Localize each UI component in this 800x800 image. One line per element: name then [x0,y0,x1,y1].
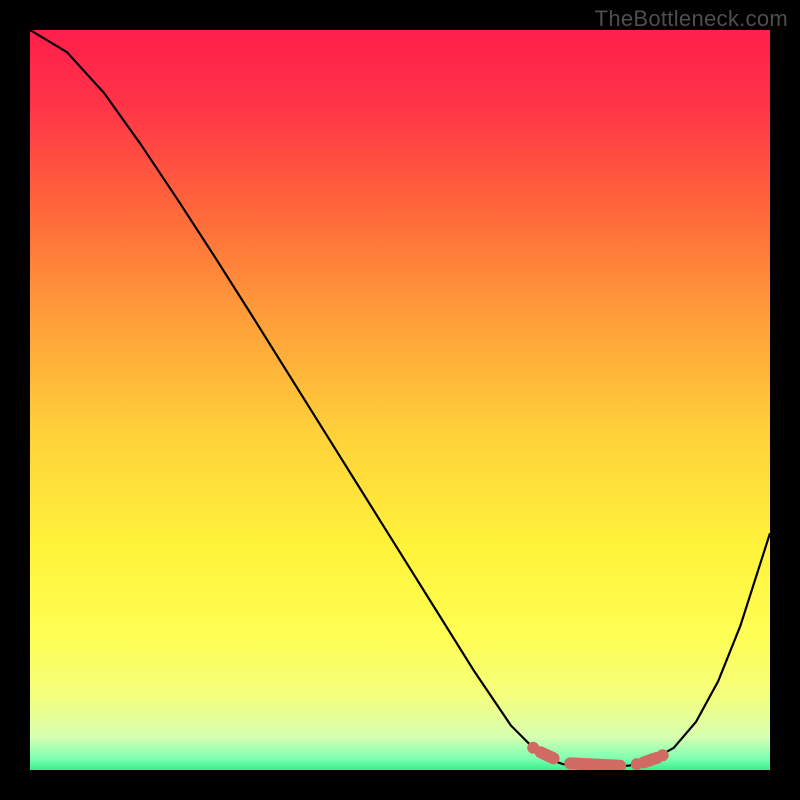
marker-dot [657,749,669,761]
marker-dash [570,763,620,765]
plot-area [30,30,770,770]
plot-svg [30,30,770,770]
gradient-background [30,30,770,770]
marker-dash [541,752,554,758]
chart-frame: TheBottleneck.com [0,0,800,800]
marker-dash [644,758,657,762]
watermark-text: TheBottleneck.com [595,6,788,32]
